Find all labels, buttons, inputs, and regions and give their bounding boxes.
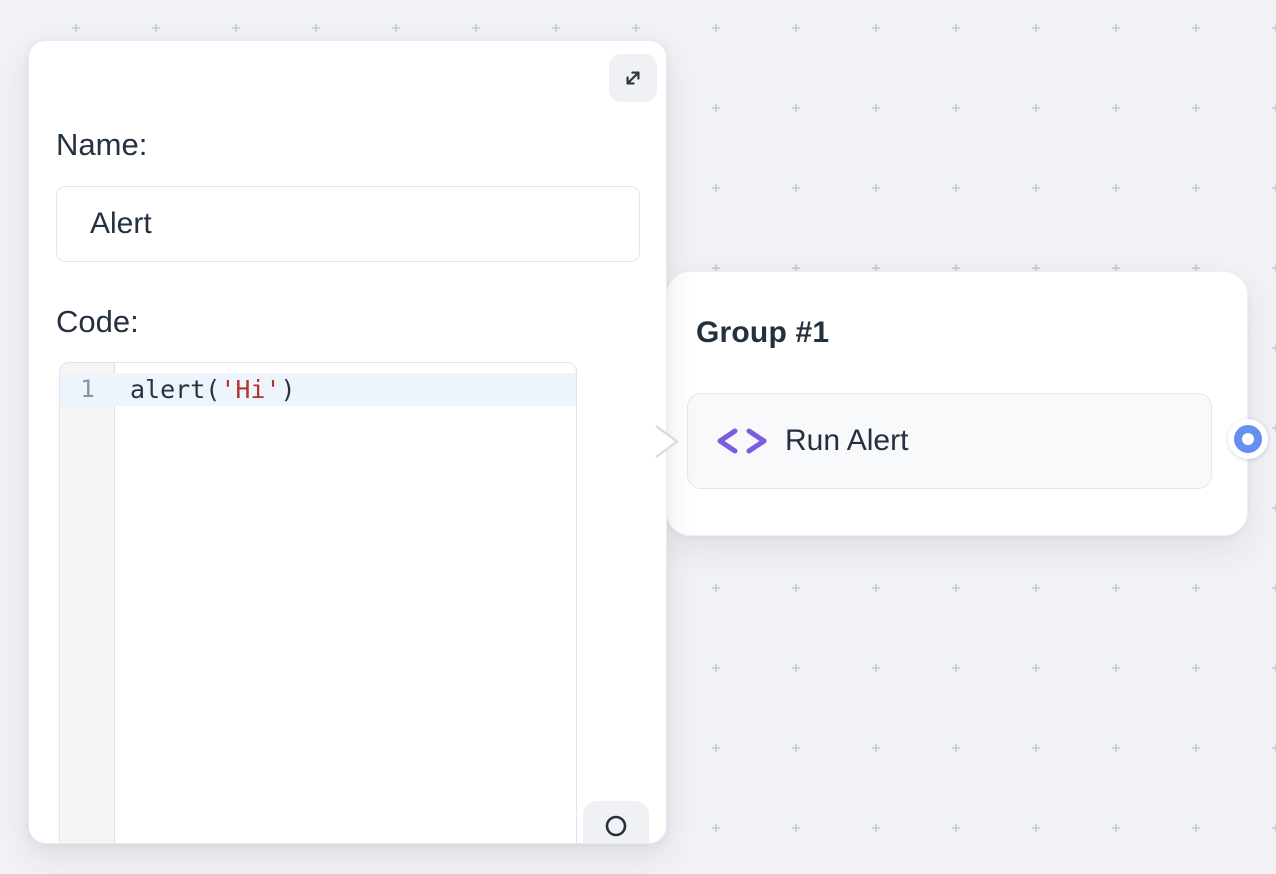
name-field-label: Name: xyxy=(56,127,147,163)
line-number: 1 xyxy=(60,373,115,406)
code-field-label: Code: xyxy=(56,304,139,340)
node-label: Run Alert xyxy=(785,424,908,458)
group-title: Group #1 xyxy=(696,316,829,350)
output-handle[interactable] xyxy=(1234,425,1262,453)
node-run-alert[interactable]: Run Alert xyxy=(687,393,1212,489)
code-editor[interactable]: 1 alert('Hi') xyxy=(59,362,577,844)
group-card[interactable]: Group #1 Run Alert xyxy=(666,271,1248,536)
user-button[interactable] xyxy=(583,801,649,844)
user-icon xyxy=(597,814,635,844)
node-editor-panel: Name: Code: 1 alert('Hi') xyxy=(28,40,667,844)
name-input[interactable] xyxy=(56,186,640,262)
expand-button[interactable] xyxy=(609,54,657,102)
connector-arrow-icon xyxy=(653,423,683,460)
code-line[interactable]: alert('Hi') xyxy=(116,373,296,406)
code-editor-gutter xyxy=(60,363,115,844)
flow-canvas[interactable]: Group #1 Run Alert Name: xyxy=(0,0,1276,874)
expand-icon xyxy=(620,65,646,91)
code-icon xyxy=(714,427,770,455)
